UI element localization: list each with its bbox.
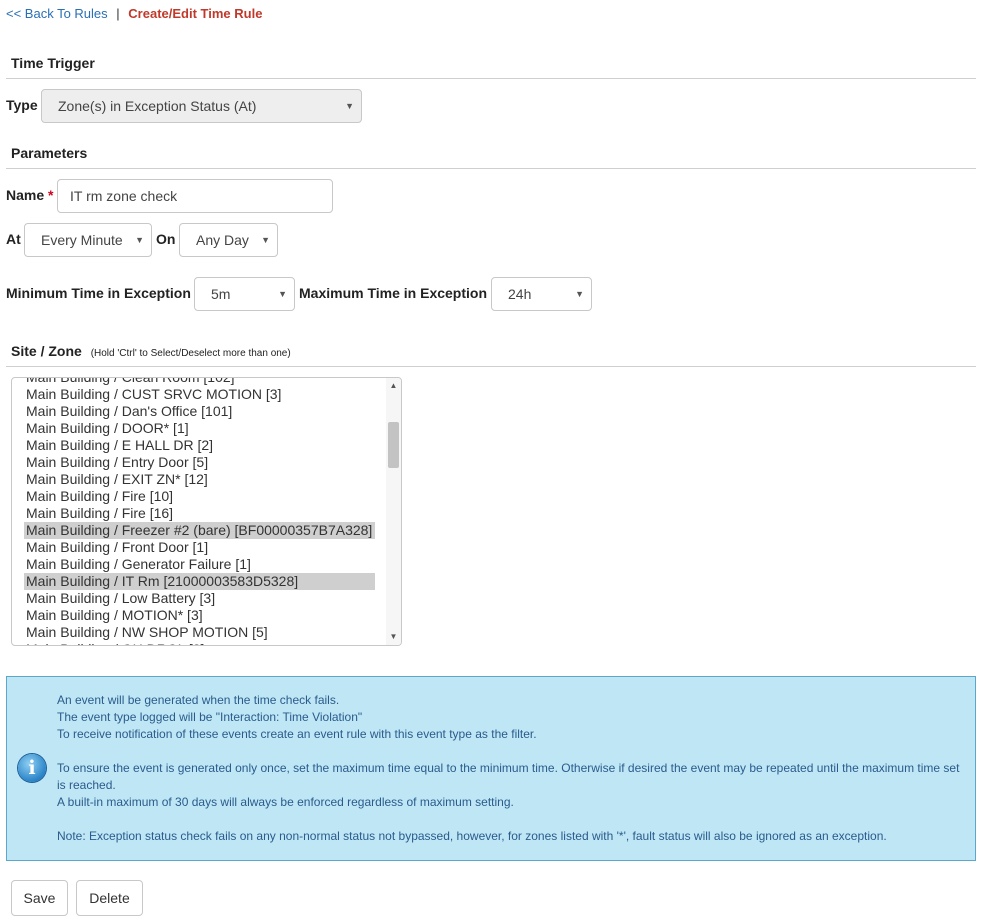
zone-option[interactable]: Main Building / MOTION* [3] <box>24 607 375 624</box>
breadcrumb-separator: | <box>116 6 120 21</box>
zone-option[interactable]: Main Building / Fire [16] <box>24 505 375 522</box>
zone-option[interactable]: Main Building / EXIT ZN* [12] <box>24 471 375 488</box>
site-zone-heading: Site / Zone (Hold 'Ctrl' to Select/Desel… <box>11 343 291 359</box>
scrollbar-thumb[interactable] <box>388 422 399 468</box>
info-line: Note: Exception status check fails on an… <box>57 829 887 843</box>
zone-option[interactable]: Main Building / Clean Room [102] <box>24 378 375 386</box>
parameters-divider <box>6 168 976 169</box>
time-trigger-divider <box>6 78 976 79</box>
scroll-up-icon[interactable]: ▲ <box>386 379 401 393</box>
info-icon: i <box>18 754 46 782</box>
info-line: To ensure the event is generated only on… <box>57 761 960 792</box>
time-trigger-heading: Time Trigger <box>11 55 95 71</box>
name-label: Name * <box>6 187 53 203</box>
delete-button[interactable]: Delete <box>76 880 143 916</box>
breadcrumb-current: Create/Edit Time Rule <box>128 6 263 21</box>
chevron-down-icon: ▼ <box>261 235 270 245</box>
site-zone-title: Site / Zone <box>11 343 82 359</box>
site-zone-divider <box>6 366 976 367</box>
back-to-rules-link[interactable]: << Back To Rules <box>6 6 108 21</box>
info-panel: i An event will be generated when the ti… <box>6 676 976 861</box>
site-zone-hint: (Hold 'Ctrl' to Select/Deselect more tha… <box>90 348 291 359</box>
info-line: To receive notification of these events … <box>57 727 537 741</box>
info-line: A built-in maximum of 30 days will alway… <box>57 795 514 809</box>
site-zone-options: Main Building / Clean Room [102] Main Bui… <box>24 378 375 645</box>
zone-option[interactable]: Main Building / CUST SRVC MOTION [3] <box>24 386 375 403</box>
required-marker: * <box>48 187 54 203</box>
chevron-down-icon: ▼ <box>345 101 354 111</box>
max-time-label: Maximum Time in Exception <box>299 285 488 301</box>
zone-option[interactable]: Main Building / Freezer #2 (bare) [BF000… <box>24 522 375 539</box>
on-label: On <box>156 231 176 247</box>
listbox-scrollbar[interactable]: ▲ ▼ <box>386 378 401 645</box>
save-button[interactable]: Save <box>11 880 68 916</box>
info-spacer <box>57 743 963 760</box>
info-line: The event type logged will be "Interacti… <box>57 710 363 724</box>
on-select[interactable]: Any Day ▼ <box>179 223 278 257</box>
zone-option[interactable]: Main Building / Low Battery [3] <box>24 590 375 607</box>
zone-option[interactable]: Main Building / NW SHOP MOTION [5] <box>24 624 375 641</box>
zone-option[interactable]: Main Building / IT Rm [21000003583D5328] <box>24 573 375 590</box>
parameters-heading: Parameters <box>11 145 88 161</box>
max-time-select[interactable]: 24h ▼ <box>491 277 592 311</box>
chevron-down-icon: ▼ <box>278 289 287 299</box>
min-time-select[interactable]: 5m ▼ <box>194 277 295 311</box>
name-input[interactable]: IT rm zone check <box>57 179 333 213</box>
zone-option[interactable]: Main Building / DOOR* [1] <box>24 420 375 437</box>
on-select-value: Any Day <box>196 232 249 248</box>
info-line: An event will be generated when the time… <box>57 693 340 707</box>
zone-option[interactable]: Main Building / E HALL DR [2] <box>24 437 375 454</box>
at-label: At <box>6 231 21 247</box>
min-time-label: Minimum Time in Exception <box>6 285 191 301</box>
breadcrumb: << Back To Rules | Create/Edit Time Rule <box>6 5 262 22</box>
type-label: Type <box>6 97 38 113</box>
zone-option[interactable]: Main Building / Front Door [1] <box>24 539 375 556</box>
zone-option[interactable]: Main Building / Dan's Office [101] <box>24 403 375 420</box>
info-text: An event will be generated when the time… <box>57 692 963 845</box>
chevron-down-icon: ▼ <box>135 235 144 245</box>
scroll-down-icon[interactable]: ▼ <box>386 630 401 644</box>
chevron-down-icon: ▼ <box>575 289 584 299</box>
site-zone-listbox[interactable]: Main Building / Clean Room [102] Main Bui… <box>11 377 402 646</box>
info-spacer <box>57 811 963 828</box>
type-select-value: Zone(s) in Exception Status (At) <box>58 98 257 114</box>
type-select[interactable]: Zone(s) in Exception Status (At) ▼ <box>41 89 362 123</box>
zone-option[interactable]: Main Building / OH DROL [8] <box>24 641 375 645</box>
name-label-text: Name <box>6 187 45 203</box>
min-time-select-value: 5m <box>211 286 231 302</box>
zone-option[interactable]: Main Building / Generator Failure [1] <box>24 556 375 573</box>
zone-option[interactable]: Main Building / Entry Door [5] <box>24 454 375 471</box>
at-select-value: Every Minute <box>41 232 123 248</box>
max-time-select-value: 24h <box>508 286 532 302</box>
zone-option[interactable]: Main Building / Fire [10] <box>24 488 375 505</box>
at-select[interactable]: Every Minute ▼ <box>24 223 152 257</box>
